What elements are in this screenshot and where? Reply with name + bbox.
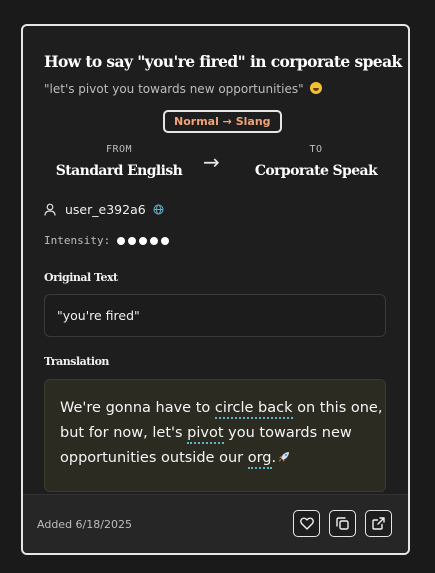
translation-box: We're gonna have to circle back on this … <box>44 379 386 492</box>
card-subtitle: "let's pivot you towards new opportuniti… <box>44 82 323 96</box>
globe-icon <box>153 204 164 215</box>
intensity-dot <box>139 236 148 245</box>
card-title: How to say "you're fired" in corporate s… <box>44 52 402 71</box>
arrow-right-icon: → <box>203 150 220 174</box>
translation-text: We're gonna have to <box>60 400 215 416</box>
direction-badge: Normal → Slang <box>163 110 282 133</box>
copy-button[interactable] <box>329 510 356 537</box>
from-block: FROM Standard English <box>54 144 184 179</box>
translation-text: opportunities outside our <box>60 450 248 466</box>
slang-term[interactable]: pivot <box>187 425 224 444</box>
translation-text: you towards new <box>223 425 352 441</box>
translation-text: but for now, let's <box>60 425 188 441</box>
intensity-label: Intensity: <box>44 234 111 247</box>
card-footer: Added 6/18/2025 <box>23 494 408 553</box>
translation-text: on this one, <box>292 400 383 416</box>
to-block: TO Corporate Speak <box>252 144 380 179</box>
author-row: user_e392a6 <box>44 202 164 217</box>
subtitle-text: "let's pivot you towards new opportuniti… <box>44 82 304 96</box>
share-button[interactable] <box>365 510 392 537</box>
to-label: TO <box>309 144 323 155</box>
original-text-label: Original Text <box>44 271 118 284</box>
original-text-box: "you're fired" <box>44 294 386 337</box>
translation-line: opportunities outside our org. <box>60 446 373 471</box>
intensity-dot <box>117 236 126 245</box>
user-icon <box>44 203 56 216</box>
heart-icon <box>299 517 314 530</box>
added-date: Added 6/18/2025 <box>37 518 132 531</box>
slang-term[interactable]: org <box>247 450 272 469</box>
from-label: FROM <box>105 144 133 155</box>
author-name[interactable]: user_e392a6 <box>65 202 146 217</box>
external-link-icon <box>372 517 385 530</box>
like-button[interactable] <box>293 510 320 537</box>
translation-text: . <box>271 450 277 466</box>
from-language: Standard English <box>55 163 183 179</box>
translation-card: How to say "you're fired" in corporate s… <box>21 24 410 555</box>
intensity-dot <box>128 236 137 245</box>
to-language: Corporate Speak <box>254 163 378 179</box>
copy-icon <box>336 517 349 530</box>
intensity-row: Intensity: <box>44 234 172 247</box>
slang-term[interactable]: circle back <box>214 400 293 419</box>
laughing-emoji-icon <box>310 82 323 94</box>
rocket-emoji-icon <box>278 447 290 462</box>
intensity-dot <box>161 236 170 245</box>
translation-line: We're gonna have to circle back on this … <box>60 396 382 421</box>
intensity-dots <box>117 236 172 245</box>
translation-label: Translation <box>44 355 109 368</box>
intensity-dot <box>150 236 159 245</box>
translation-line: but for now, let's pivot you towards new <box>60 421 373 446</box>
